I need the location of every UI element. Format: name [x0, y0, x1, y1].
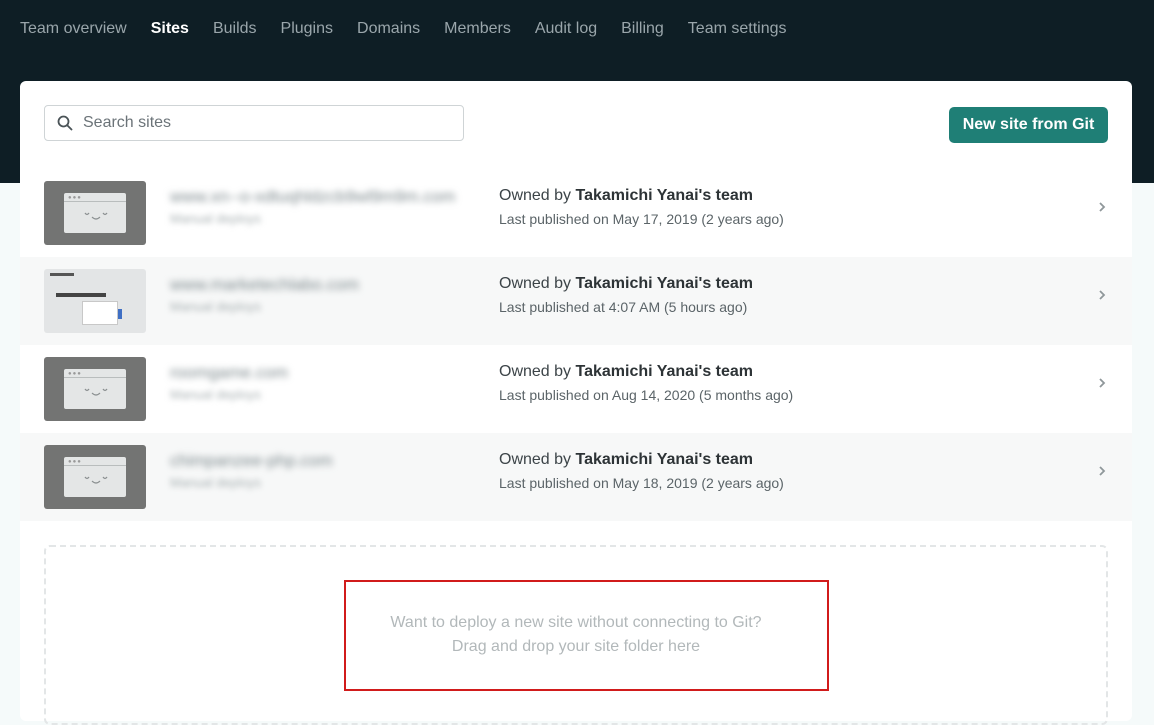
nav-billing[interactable]: Billing [621, 18, 664, 40]
smiley-window-icon: ●●● [64, 193, 126, 233]
site-owner: Owned by Takamichi Yanai's team [499, 187, 753, 205]
site-owner: Owned by Takamichi Yanai's team [499, 451, 753, 469]
site-folder-dropzone[interactable]: Want to deploy a new site without connec… [44, 545, 1108, 725]
owner-team: Takamichi Yanai's team [575, 451, 754, 468]
site-thumbnail: ●●● [44, 181, 146, 245]
site-thumbnail: ●●● [44, 357, 146, 421]
site-name[interactable]: www.marketechlabo.com [170, 275, 359, 295]
site-name[interactable]: chimpanzee-php.com [170, 451, 333, 471]
search-box[interactable] [44, 105, 464, 141]
site-published: Last published on May 18, 2019 (2 years … [499, 475, 784, 491]
smiley-window-icon: ●●● [64, 369, 126, 409]
site-published: Last published on May 17, 2019 (2 years … [499, 211, 784, 227]
sites-card: New site from Git ●●● www.xn--o-xdtuqhld… [20, 81, 1132, 725]
owner-team: Takamichi Yanai's team [575, 363, 754, 380]
nav-members[interactable]: Members [444, 18, 511, 40]
site-published: Last published at 4:07 AM (5 hours ago) [499, 299, 748, 315]
chevron-right-icon[interactable] [1096, 375, 1108, 391]
team-nav: Team overview Sites Builds Plugins Domai… [20, 18, 811, 40]
site-owner: Owned by Takamichi Yanai's team [499, 275, 753, 293]
site-thumbnail: ●●● [44, 445, 146, 509]
site-row[interactable]: ●●● chimpanzee-php.com Manual deploys Ow… [20, 433, 1132, 521]
owner-prefix: Owned by [499, 363, 576, 380]
nav-team-settings[interactable]: Team settings [688, 18, 787, 40]
site-owner: Owned by Takamichi Yanai's team [499, 363, 753, 381]
owner-team: Takamichi Yanai's team [575, 275, 754, 292]
nav-team-overview[interactable]: Team overview [20, 18, 127, 40]
site-row[interactable]: ●●● roomgame.com Manual deploys Owned by… [20, 345, 1132, 433]
dropzone-line-2: Drag and drop your site folder here [451, 638, 701, 655]
search-input[interactable] [81, 113, 445, 133]
dropzone-text: Want to deploy a new site without connec… [46, 611, 1106, 659]
chevron-right-icon[interactable] [1096, 199, 1108, 215]
site-deploy-type: Manual deploys [170, 299, 262, 314]
nav-sites[interactable]: Sites [151, 18, 189, 40]
site-name[interactable]: roomgame.com [170, 363, 288, 383]
site-published: Last published on Aug 14, 2020 (5 months… [499, 387, 794, 403]
site-row[interactable]: www.marketechlabo.com Manual deploys Own… [20, 257, 1132, 345]
nav-domains[interactable]: Domains [357, 18, 420, 40]
nav-plugins[interactable]: Plugins [281, 18, 333, 40]
search-icon [57, 115, 73, 131]
site-list: ●●● www.xn--o-xdtuqhldzcb9wl9m9m.com Man… [20, 169, 1132, 521]
chevron-right-icon[interactable] [1096, 463, 1108, 479]
site-deploy-type: Manual deploys [170, 387, 262, 402]
nav-builds[interactable]: Builds [213, 18, 257, 40]
chevron-right-icon[interactable] [1096, 287, 1108, 303]
site-deploy-type: Manual deploys [170, 475, 262, 490]
site-name[interactable]: www.xn--o-xdtuqhldzcb9wl9m9m.com [170, 187, 455, 207]
owner-team: Takamichi Yanai's team [575, 187, 754, 204]
site-row[interactable]: ●●● www.xn--o-xdtuqhldzcb9wl9m9m.com Man… [20, 169, 1132, 257]
site-deploy-type: Manual deploys [170, 211, 262, 226]
smiley-window-icon: ●●● [64, 457, 126, 497]
nav-audit-log[interactable]: Audit log [535, 18, 597, 40]
dropzone-line-1: Want to deploy a new site without connec… [390, 614, 762, 631]
owner-prefix: Owned by [499, 187, 576, 204]
new-site-from-git-button[interactable]: New site from Git [949, 107, 1108, 143]
owner-prefix: Owned by [499, 451, 576, 468]
owner-prefix: Owned by [499, 275, 576, 292]
site-screenshot-thumbnail [44, 269, 146, 333]
